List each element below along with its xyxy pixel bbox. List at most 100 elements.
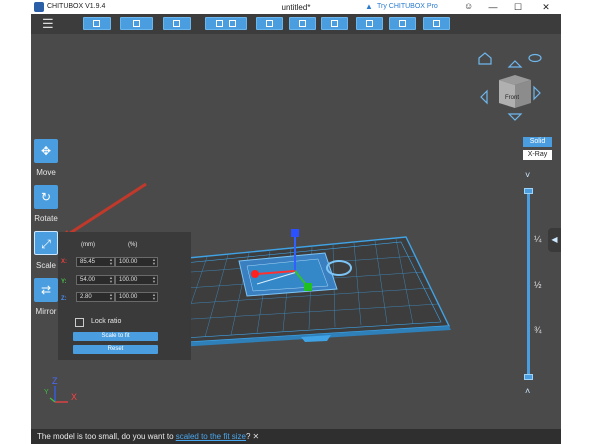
layout-icon xyxy=(173,20,180,27)
slice-button[interactable] xyxy=(389,17,416,30)
chevron-left-icon: ◀ xyxy=(551,235,558,244)
lock-ratio-label: Lock ratio xyxy=(91,318,122,325)
lock-ratio-checkbox[interactable] xyxy=(75,318,84,327)
arrow-down-icon[interactable] xyxy=(507,113,523,121)
y-size-input[interactable]: 54.00 ▲ ▼ xyxy=(76,275,115,285)
app-title: CHITUBOX V1.9.4 xyxy=(47,3,106,10)
arrow-up-icon[interactable] xyxy=(507,60,523,68)
slider-mark-quarter: ¼ xyxy=(534,234,542,244)
y-percent-value: 100.00 xyxy=(119,277,138,283)
home-icon[interactable] xyxy=(478,52,492,65)
y-percent-input[interactable]: 100.00 ▲ ▼ xyxy=(115,275,158,285)
z-percent-spinner-icon[interactable]: ▲ ▼ xyxy=(152,293,156,301)
close-notice-icon[interactable]: ✕ xyxy=(252,432,259,441)
try-pro-link[interactable]: Try CHITUBOX Pro xyxy=(377,3,438,10)
axes-z-label: Z xyxy=(52,376,58,386)
x-percent-input[interactable]: 100.00 ▲ ▼ xyxy=(115,257,158,267)
redo-icon xyxy=(229,20,236,27)
save-button[interactable] xyxy=(120,17,153,30)
title-bar: CHITUBOX V1.9.4 untitled* ▲ Try CHITUBOX… xyxy=(31,0,561,14)
x-size-input[interactable]: 85.45 ▲ ▼ xyxy=(76,257,115,267)
side-panel-toggle[interactable]: ◀ xyxy=(548,228,561,252)
document-icon xyxy=(298,20,306,27)
mirror-tool-button[interactable]: ⇄ xyxy=(34,278,58,302)
arrow-right-icon[interactable] xyxy=(533,85,541,101)
scale-icon: ⤢ xyxy=(41,237,51,251)
gizmo-y-handle[interactable] xyxy=(304,283,312,291)
x-percent-spinner-icon[interactable]: ▲ ▼ xyxy=(152,258,156,266)
gizmo-x-handle[interactable] xyxy=(251,270,259,278)
undo-icon xyxy=(216,20,223,27)
z-axis-label: Z: xyxy=(61,296,67,302)
copy-icon xyxy=(265,20,273,27)
open-file-button[interactable] xyxy=(83,17,111,30)
status-message: The model is too small, do you want to xyxy=(37,432,176,441)
axes-y-label: Y xyxy=(44,389,49,396)
y-percent-spinner-icon[interactable]: ▲ ▼ xyxy=(152,276,156,284)
axes-y-line xyxy=(49,397,56,403)
slider-top-handle[interactable] xyxy=(524,188,533,194)
arrow-left-icon[interactable] xyxy=(480,89,488,105)
minimize-button[interactable]: — xyxy=(483,0,503,14)
document-title: untitled* xyxy=(281,3,311,12)
slider-down-arrow-icon[interactable]: ˄ xyxy=(525,386,530,396)
settings-button[interactable] xyxy=(289,17,316,30)
auto-layout-button[interactable] xyxy=(163,17,191,30)
rotate-label: Rotate xyxy=(34,214,58,223)
slider-track[interactable] xyxy=(527,191,530,377)
view-cube[interactable]: Front xyxy=(499,75,531,108)
scale-to-fit-link[interactable]: scaled to the fit size xyxy=(176,432,246,441)
z-size-spinner-icon[interactable]: ▲ ▼ xyxy=(109,293,113,301)
undo-button[interactable] xyxy=(205,17,247,30)
reset-button[interactable]: Reset xyxy=(73,345,158,354)
status-suffix: ? xyxy=(246,432,251,441)
z-percent-value: 100.00 xyxy=(119,294,138,300)
maximize-button[interactable]: ☐ xyxy=(508,0,528,14)
save-icon xyxy=(132,20,140,27)
supports-button[interactable] xyxy=(321,17,348,30)
y-axis-label: Y: xyxy=(61,279,67,285)
folder-icon xyxy=(93,20,100,27)
supports-icon xyxy=(330,20,338,27)
mirror-label: Mirror xyxy=(35,307,57,316)
copy-button[interactable] xyxy=(256,17,283,30)
scale-label: Scale xyxy=(35,261,56,270)
xray-view-button[interactable]: X-Ray xyxy=(523,150,552,160)
slider-mark-three-quarter: ¾ xyxy=(534,325,542,335)
main-toolbar: ☰ xyxy=(31,14,561,34)
close-button[interactable]: ✕ xyxy=(536,0,556,14)
scale-tool-button[interactable]: ⤢ xyxy=(34,231,58,255)
gizmo-z-handle[interactable] xyxy=(291,229,299,237)
shop-icon xyxy=(432,20,440,27)
pct-column-header: (%) xyxy=(128,242,138,248)
x-size-value: 85.45 xyxy=(80,259,96,265)
x-axis-label: X: xyxy=(61,259,67,265)
mm-column-header: (mm) xyxy=(81,242,95,248)
view-cube-front-label: Front xyxy=(505,95,519,101)
eye-icon[interactable] xyxy=(528,53,542,63)
y-size-spinner-icon[interactable]: ▲ ▼ xyxy=(109,276,113,284)
user-icon[interactable]: ☺ xyxy=(464,1,473,11)
rotate-icon: ↻ xyxy=(40,190,52,204)
z-size-input[interactable]: 2.80 ▲ ▼ xyxy=(76,292,115,302)
chitubox-window: CHITUBOX V1.9.4 untitled* ▲ Try CHITUBOX… xyxy=(31,0,561,444)
z-size-value: 2.80 xyxy=(80,294,92,300)
slider-up-arrow-icon[interactable]: ˅ xyxy=(525,170,530,180)
solid-view-button[interactable]: Solid xyxy=(523,137,552,147)
move-label: Move xyxy=(36,168,56,177)
z-percent-input[interactable]: 100.00 ▲ ▼ xyxy=(115,292,158,302)
app-logo-icon xyxy=(34,2,44,12)
slider-bottom-handle[interactable] xyxy=(524,374,533,380)
mirror-icon: ⇄ xyxy=(40,283,52,297)
hollow-icon xyxy=(365,20,373,27)
x-size-spinner-icon[interactable]: ▲ ▼ xyxy=(109,258,113,266)
hamburger-menu-icon[interactable]: ☰ xyxy=(42,16,54,32)
scale-to-fit-button[interactable]: Scale to fit xyxy=(73,332,158,341)
move-tool-button[interactable]: ✥ xyxy=(34,139,58,163)
rocket-icon[interactable]: ▲ xyxy=(365,2,373,11)
hollow-button[interactable] xyxy=(356,17,383,30)
rotate-tool-button[interactable]: ↻ xyxy=(34,185,58,209)
shop-button[interactable] xyxy=(423,17,450,30)
status-bar: The model is too small, do you want to s… xyxy=(31,429,561,444)
slider-mark-half: ½ xyxy=(534,280,542,290)
